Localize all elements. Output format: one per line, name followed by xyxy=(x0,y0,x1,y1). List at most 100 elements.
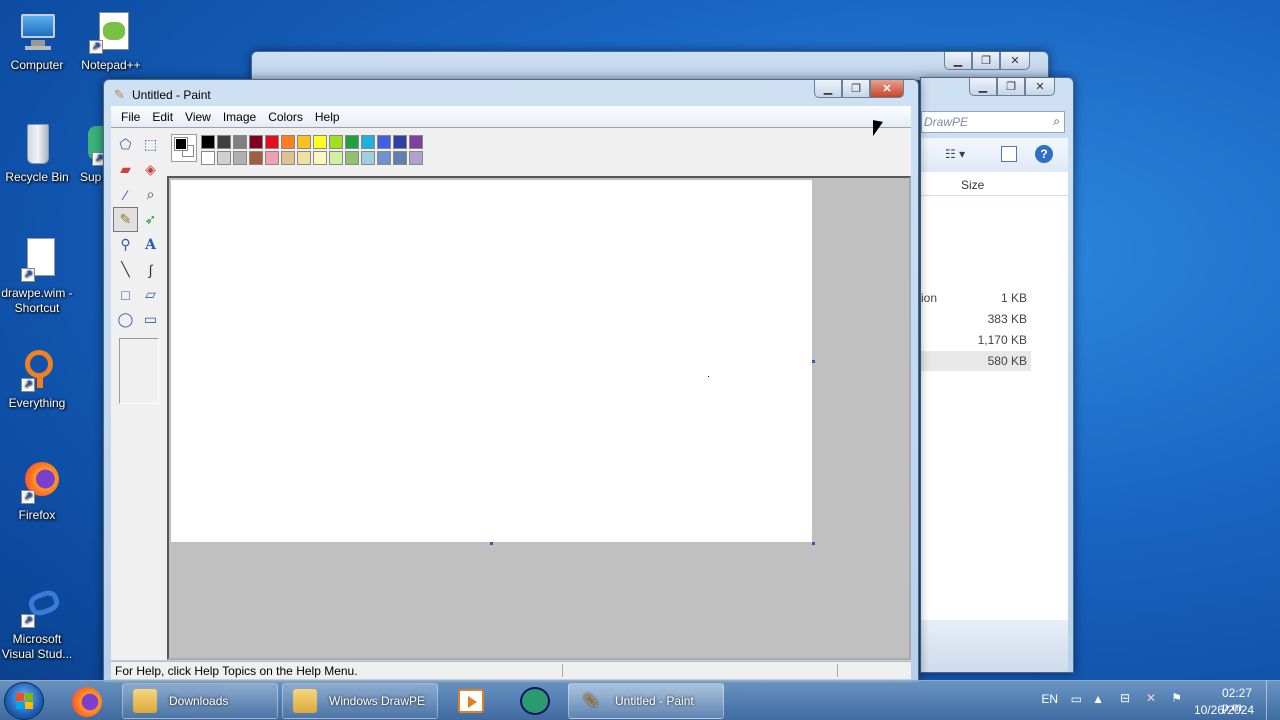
close-icon[interactable]: ✕ xyxy=(1025,78,1055,96)
show-hidden-icons[interactable]: ▲ xyxy=(1092,692,1104,706)
airbrush-icon[interactable]: ⚲ xyxy=(113,232,138,257)
color-swatch[interactable] xyxy=(265,151,279,165)
menu-edit[interactable]: Edit xyxy=(146,110,179,124)
view-options-icon[interactable]: ☷ ▾ xyxy=(945,147,965,161)
taskbar-button-downloads[interactable]: Downloads xyxy=(122,683,278,719)
paint-window[interactable]: ✎ Untitled - Paint ▁ ❐ ✕ File Edit View … xyxy=(103,79,919,683)
maximize-icon[interactable]: ❐ xyxy=(972,52,1000,70)
color-swatch[interactable] xyxy=(217,151,231,165)
brush-icon[interactable]: ➶ xyxy=(138,207,163,232)
maximize-icon[interactable]: ❐ xyxy=(842,80,870,98)
color-swatch[interactable] xyxy=(329,135,343,149)
keyboard-icon[interactable]: ▭ xyxy=(1071,692,1082,706)
color-swatch[interactable] xyxy=(313,151,327,165)
color-swatch[interactable] xyxy=(345,151,359,165)
desktop-icon-label: Microsoft Visual Stud... xyxy=(1,632,73,661)
color-swatch[interactable] xyxy=(345,135,359,149)
magnifier-icon[interactable]: ⌕ xyxy=(138,182,163,207)
color-swatch[interactable] xyxy=(377,135,391,149)
color-swatch[interactable] xyxy=(265,135,279,149)
desktop-icon-computer[interactable]: Computer xyxy=(0,10,74,73)
firefox-taskbar-icon[interactable] xyxy=(72,687,102,717)
start-button[interactable] xyxy=(4,682,44,720)
app-taskbar-icon[interactable] xyxy=(520,687,550,715)
desktop-icon-everything[interactable]: ↗ Everything xyxy=(0,348,74,411)
color-swatch[interactable] xyxy=(393,135,407,149)
desktop-icon-visual-studio[interactable]: ↗ Microsoft Visual Stud... xyxy=(0,584,74,662)
close-icon[interactable]: ✕ xyxy=(1000,52,1030,70)
resize-handle-bottom[interactable] xyxy=(490,542,493,545)
resize-handle-right[interactable] xyxy=(812,360,815,363)
menu-file[interactable]: File xyxy=(115,110,146,124)
color-swatch[interactable] xyxy=(377,151,391,165)
color-swatch[interactable] xyxy=(297,151,311,165)
polygon-icon[interactable]: ▱ xyxy=(138,282,163,307)
color-swatch[interactable] xyxy=(361,151,375,165)
clock-date[interactable]: 10/26/2024 xyxy=(1194,703,1254,717)
color-swatch[interactable] xyxy=(249,135,263,149)
color-swatch[interactable] xyxy=(409,135,423,149)
line-icon[interactable]: ╲ xyxy=(113,257,138,282)
show-desktop-button[interactable] xyxy=(1266,681,1280,720)
color-swatch[interactable] xyxy=(201,151,215,165)
color-swatch[interactable] xyxy=(393,151,407,165)
curve-icon[interactable]: ∫ xyxy=(138,257,163,282)
color-swatch[interactable] xyxy=(233,151,247,165)
menu-view[interactable]: View xyxy=(179,110,217,124)
menu-colors[interactable]: Colors xyxy=(262,110,309,124)
list-item[interactable]: 580 KB xyxy=(921,351,1031,371)
color-swatch[interactable] xyxy=(297,135,311,149)
computer-icon xyxy=(15,10,59,54)
language-indicator[interactable]: EN xyxy=(1041,692,1058,706)
color-swatch[interactable] xyxy=(233,135,247,149)
minimize-icon[interactable]: ▁ xyxy=(969,78,997,96)
volume-icon[interactable]: ✕ xyxy=(1146,691,1156,705)
action-center-flag-icon[interactable]: ⚑ xyxy=(1171,691,1182,705)
color-swatch[interactable] xyxy=(281,151,295,165)
color-swatch[interactable] xyxy=(201,135,215,149)
eraser-icon[interactable]: ▰ xyxy=(113,157,138,182)
desktop-icon-notepadpp[interactable]: ↗ Notepad++ xyxy=(74,10,148,73)
text-icon[interactable]: A xyxy=(138,232,163,257)
help-icon[interactable]: ? xyxy=(1035,145,1053,163)
close-icon[interactable]: ✕ xyxy=(870,80,904,98)
rectangle-icon[interactable]: □ xyxy=(113,282,138,307)
color-swatch[interactable] xyxy=(361,135,375,149)
preview-pane-icon[interactable] xyxy=(1001,146,1017,162)
rounded-rect-icon[interactable]: ▭ xyxy=(138,307,163,332)
list-item[interactable]: ion 1 KB xyxy=(921,288,1031,308)
column-size[interactable]: Size xyxy=(961,178,984,192)
search-input[interactable]: DrawPE ⌕ xyxy=(921,111,1065,133)
color-swatch[interactable] xyxy=(329,151,343,165)
color-picker-icon[interactable]: ⁄ xyxy=(113,182,138,207)
list-item[interactable]: 1,170 KB xyxy=(921,330,1031,350)
taskbar-button-paint[interactable]: ✎ Untitled - Paint xyxy=(568,683,724,719)
free-select-icon[interactable]: ⬠ xyxy=(113,132,138,157)
color-swatch[interactable] xyxy=(313,135,327,149)
color-swatch[interactable] xyxy=(409,151,423,165)
desktop-icon-recycle-bin[interactable]: Recycle Bin xyxy=(0,122,74,185)
pencil-icon[interactable]: ✎ xyxy=(113,207,138,232)
menu-image[interactable]: Image xyxy=(217,110,262,124)
minimize-icon[interactable]: ▁ xyxy=(814,80,842,98)
minimize-icon[interactable]: ▁ xyxy=(944,52,972,70)
color-swatch[interactable] xyxy=(217,135,231,149)
tool-options[interactable] xyxy=(119,338,159,404)
rect-select-icon[interactable]: ⬚ xyxy=(138,132,163,157)
list-item[interactable]: 383 KB xyxy=(921,309,1031,329)
fill-icon[interactable]: ◈ xyxy=(138,157,163,182)
desktop-icon-drawpe-shortcut[interactable]: ↗ drawpe.wim - Shortcut xyxy=(0,238,74,316)
search-icon[interactable]: ⌕ xyxy=(1053,114,1060,129)
color-swatch[interactable] xyxy=(249,151,263,165)
drawing-canvas[interactable] xyxy=(171,180,812,542)
ellipse-icon[interactable]: ◯ xyxy=(113,307,138,332)
current-colors[interactable] xyxy=(171,134,197,162)
maximize-icon[interactable]: ❐ xyxy=(997,78,1025,96)
media-player-icon[interactable] xyxy=(458,689,484,713)
color-swatch[interactable] xyxy=(281,135,295,149)
desktop-icon-firefox[interactable]: ↗ Firefox xyxy=(0,460,74,523)
menu-help[interactable]: Help xyxy=(309,110,346,124)
taskbar-button-windows-drawpe[interactable]: Windows DrawPE xyxy=(282,683,438,719)
network-icon[interactable]: ⊟ xyxy=(1120,691,1130,705)
resize-handle-corner[interactable] xyxy=(812,542,815,545)
